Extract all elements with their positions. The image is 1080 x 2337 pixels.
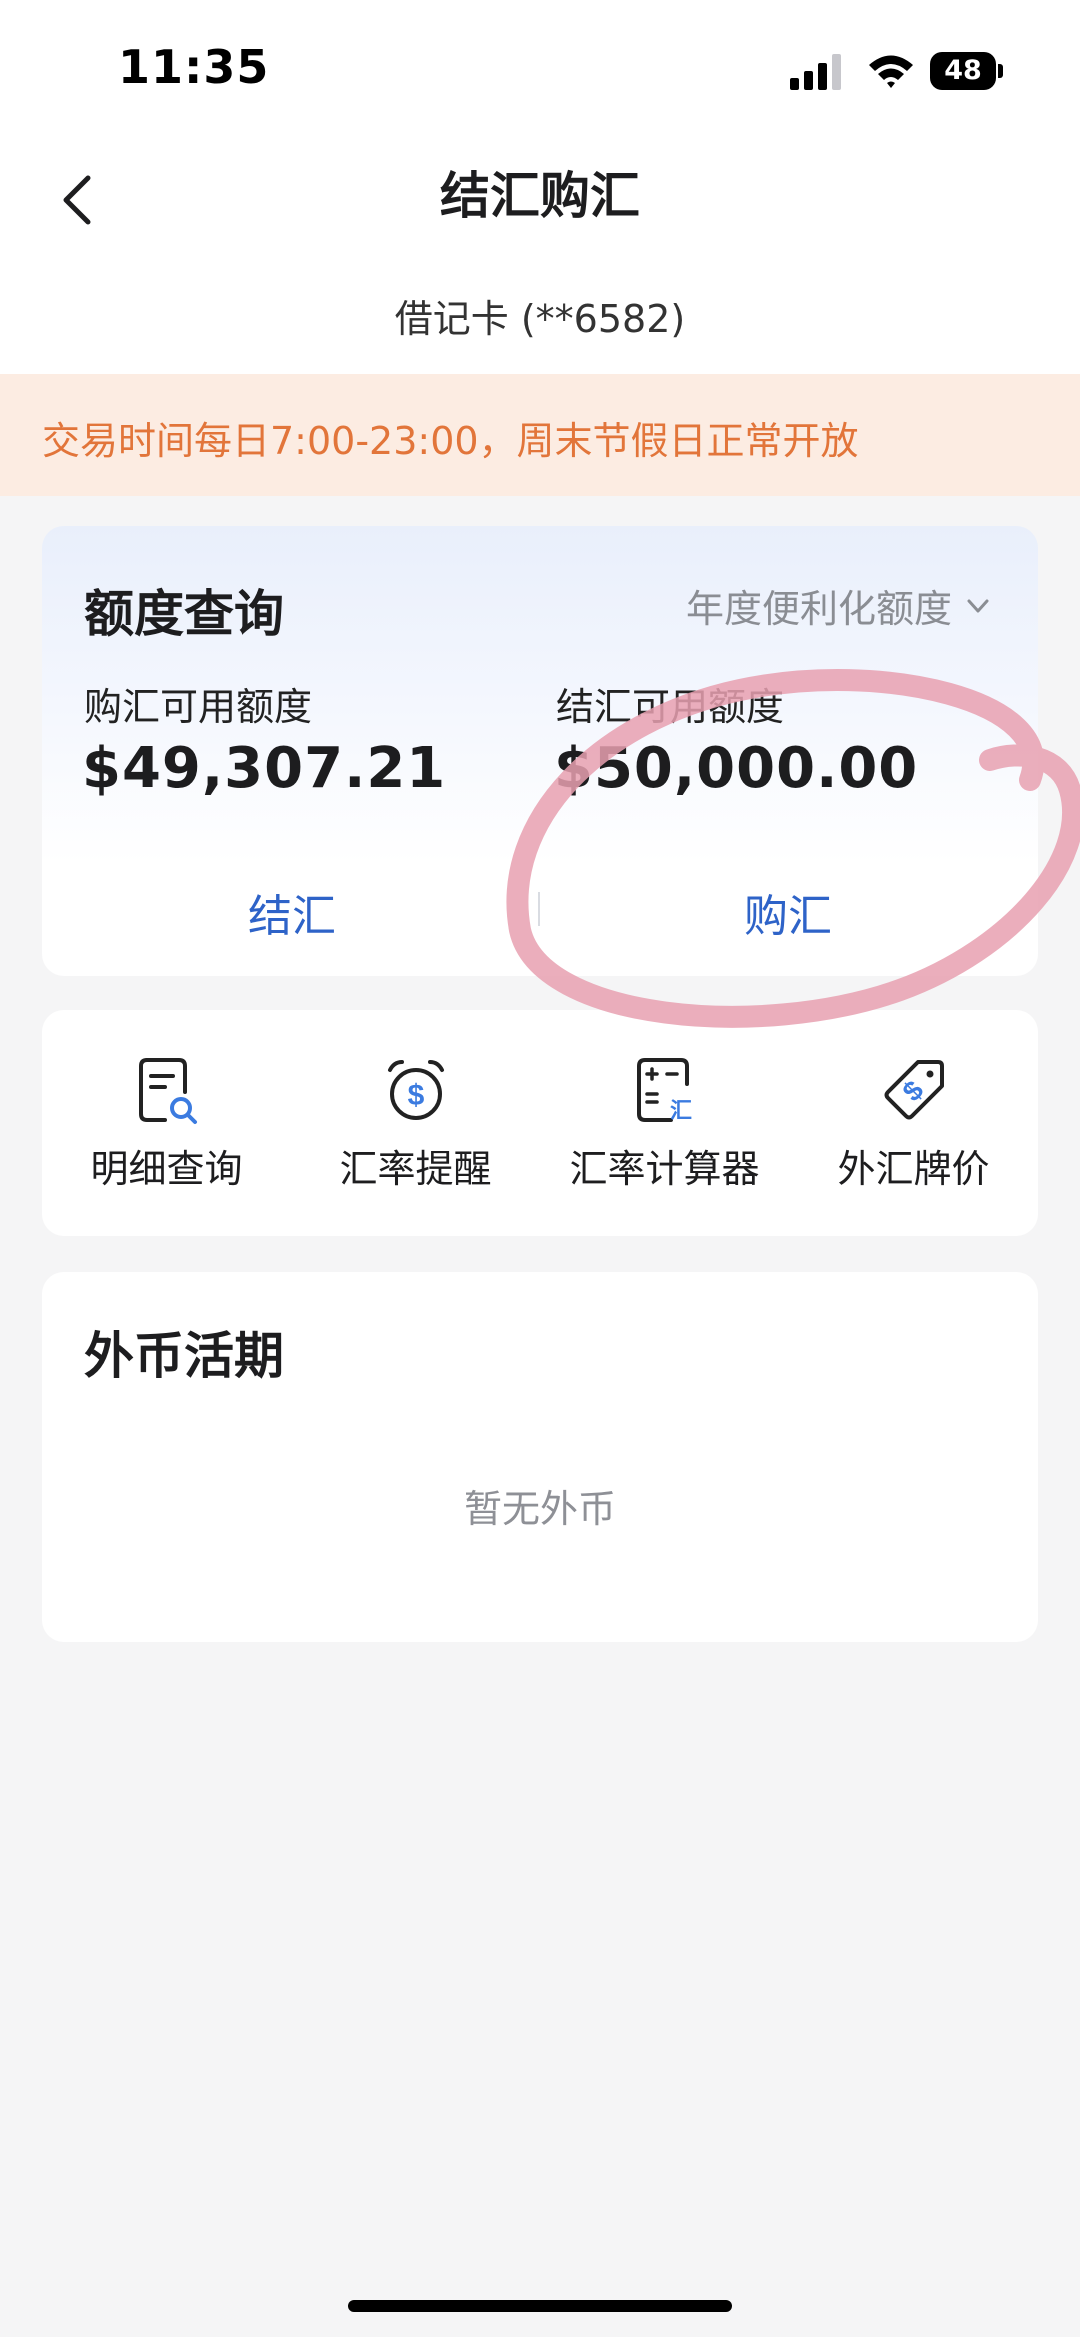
shortcut-transaction-details[interactable]: 明细查询 <box>42 1054 291 1193</box>
home-indicator <box>348 2300 732 2312</box>
quota-type-label: 年度便利化额度 <box>685 587 952 631</box>
svg-text:汇: 汇 <box>669 1099 691 1124</box>
page-title: 结汇购汇 <box>440 167 640 225</box>
svg-text:$: $ <box>407 1079 424 1112</box>
shortcut-fx-rates[interactable]: $ 外汇牌价 <box>789 1054 1038 1193</box>
nav-bar: 结汇购汇 借记卡 (**6582) <box>0 140 1080 380</box>
fx-account-title: 外币活期 <box>84 1327 284 1385</box>
notice-text: 交易时间每日7:00-23:00，周末节假日正常开放 <box>42 419 859 463</box>
battery-icon: 48 <box>930 52 1004 90</box>
status-time: 11:35 <box>118 40 270 94</box>
action-divider <box>538 892 540 926</box>
settle-button[interactable]: 结汇 <box>248 880 336 944</box>
shortcut-label: 外汇牌价 <box>837 1147 990 1191</box>
fx-empty-state: 暂无外币 <box>463 1487 616 1531</box>
fx-account-card: 外币活期 暂无外币 <box>42 1272 1038 1642</box>
trading-hours-notice: 交易时间每日7:00-23:00，周末节假日正常开放 <box>0 374 1080 496</box>
quota-type-dropdown[interactable]: 年度便利化额度 <box>686 578 994 633</box>
shortcut-rate-alert[interactable]: $ 汇率提醒 <box>291 1054 540 1193</box>
chevron-down-icon <box>967 599 989 612</box>
quota-card: 额度查询 年度便利化额度 购汇可用额度 $49,307.21 结汇可用额度 $5… <box>42 526 1038 976</box>
settle-quota-label: 结汇可用额度 <box>556 685 785 729</box>
shortcut-rate-calculator[interactable]: 汇 汇率计算器 <box>540 1054 789 1193</box>
shortcut-label: 明细查询 <box>90 1147 243 1191</box>
card-selector[interactable]: 借记卡 (**6582) <box>0 288 1080 343</box>
shortcut-label: 汇率计算器 <box>569 1147 760 1191</box>
wifi-icon <box>869 55 913 88</box>
calculator-icon: 汇 <box>636 1058 692 1124</box>
signal-icon <box>790 54 841 90</box>
price-tag-icon: $ <box>884 1060 944 1120</box>
settle-quota-value: $50,000.00 <box>554 736 919 801</box>
purchase-button[interactable]: 购汇 <box>744 880 832 944</box>
document-search-icon <box>138 1058 197 1124</box>
purchase-quota-label: 购汇可用额度 <box>84 685 313 729</box>
shortcut-card: 明细查询 $ 汇率提醒 汇 汇率计算器 $ 外汇牌价 <box>42 1010 1038 1236</box>
battery-level: 48 <box>944 55 982 86</box>
alarm-dollar-icon: $ <box>387 1060 444 1120</box>
shortcut-label: 汇率提醒 <box>339 1147 492 1191</box>
quota-title: 额度查询 <box>84 585 284 643</box>
status-bar: 11:35 48 <box>0 0 1080 140</box>
purchase-quota-value: $49,307.21 <box>82 736 447 801</box>
